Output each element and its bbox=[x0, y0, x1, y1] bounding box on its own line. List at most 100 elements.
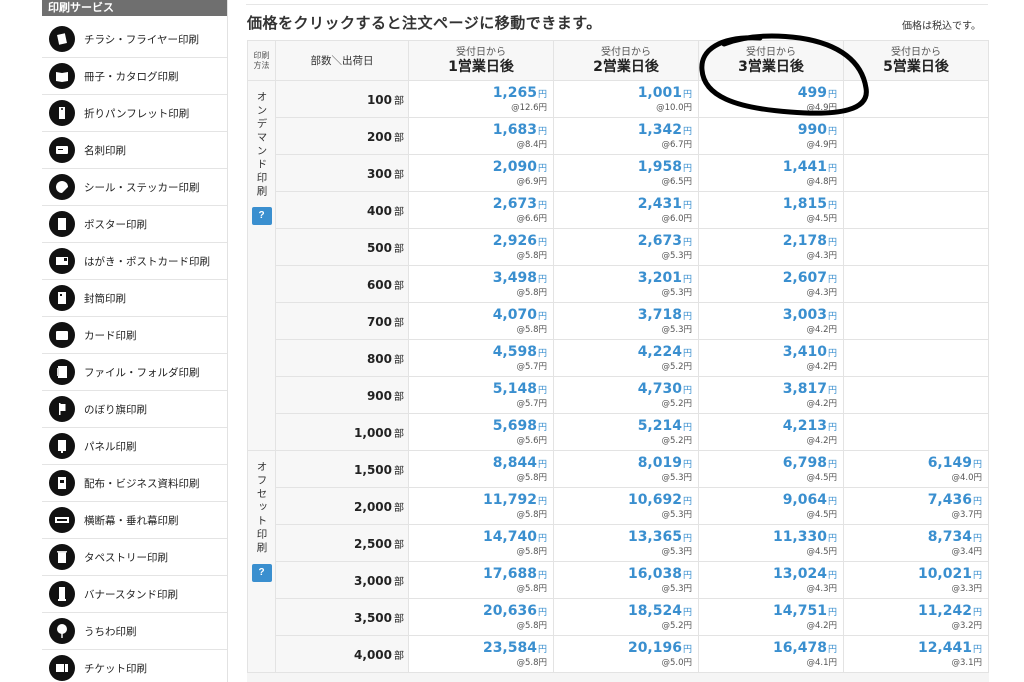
sidebar-item-sticker[interactable]: シール・ステッカー印刷 bbox=[42, 169, 227, 206]
sidebar-item-ticket[interactable]: チケット印刷 bbox=[42, 650, 227, 682]
price-link[interactable]: 11,242円 @3.2円 bbox=[843, 598, 989, 636]
price-link[interactable]: 2,926円 @5.8円 bbox=[408, 228, 554, 266]
price-link[interactable]: 4,598円 @5.7円 bbox=[408, 339, 554, 377]
unit-price: @5.2円 bbox=[661, 399, 692, 409]
price-link[interactable]: 1,683円 @8.4円 bbox=[408, 117, 554, 155]
help-button[interactable]: ? bbox=[251, 207, 272, 225]
price-link[interactable]: 1,815円 @4.5円 bbox=[698, 191, 844, 229]
price-amount: 11,242円 bbox=[844, 603, 982, 621]
price-link[interactable]: 18,524円 @5.2円 bbox=[553, 598, 699, 636]
price-link[interactable]: 8,019円 @5.3円 bbox=[553, 450, 699, 488]
price-value: 2,673 bbox=[637, 233, 682, 249]
price-link[interactable]: 1,958円 @6.5円 bbox=[553, 154, 699, 192]
price-amount: 2,673円 bbox=[554, 233, 692, 251]
price-link[interactable]: 4,730円 @5.2円 bbox=[553, 376, 699, 414]
price-link[interactable]: 10,692円 @5.3円 bbox=[553, 487, 699, 525]
price-link[interactable]: 14,740円 @5.8円 bbox=[408, 524, 554, 562]
price-link[interactable]: 23,584円 @5.8円 bbox=[408, 635, 554, 673]
price-link[interactable]: 1,265円 @12.6円 bbox=[408, 80, 554, 118]
price-link[interactable]: 16,038円 @5.3円 bbox=[553, 561, 699, 599]
price-link[interactable]: 2,673円 @6.6円 bbox=[408, 191, 554, 229]
sidebar-item-poster[interactable]: ポスター印刷 bbox=[42, 206, 227, 243]
price-link[interactable]: 5,698円 @5.6円 bbox=[408, 413, 554, 451]
price-link[interactable]: 12,441円 @3.1円 bbox=[843, 635, 989, 673]
yen-symbol: 円 bbox=[827, 90, 837, 100]
price-amount: 2,431円 bbox=[554, 196, 692, 214]
price-link[interactable]: 3,817円 @4.2円 bbox=[698, 376, 844, 414]
quantity-cell: 2,000 部 bbox=[275, 487, 409, 525]
price-link[interactable]: 3,410円 @4.2円 bbox=[698, 339, 844, 377]
sidebar-item-postcard[interactable]: はがき・ポストカード印刷 bbox=[42, 243, 227, 280]
price-link[interactable]: 5,214円 @5.2円 bbox=[553, 413, 699, 451]
sidebar-item-flyer[interactable]: チラシ・フライヤー印刷 bbox=[42, 21, 227, 58]
price-link[interactable]: 3,498円 @5.8円 bbox=[408, 265, 554, 303]
yen-symbol: 円 bbox=[827, 571, 837, 581]
price-link[interactable]: 8,734円 @3.4円 bbox=[843, 524, 989, 562]
sidebar-item-tapestry[interactable]: タペストリー印刷 bbox=[42, 539, 227, 576]
price-link[interactable]: 20,636円 @5.8円 bbox=[408, 598, 554, 636]
table-row: 300 部 2,090円 @6.9円 1,958円 @6.5円 1,441円 @4.8円 bbox=[248, 154, 989, 192]
price-link[interactable]: 6,798円 @4.5円 bbox=[698, 450, 844, 488]
quantity-cell: 800 部 bbox=[275, 339, 409, 377]
price-link[interactable]: 2,607円 @4.3円 bbox=[698, 265, 844, 303]
price-link[interactable]: 4,070円 @5.8円 bbox=[408, 302, 554, 340]
price-link[interactable]: 2,673円 @5.3円 bbox=[553, 228, 699, 266]
unit-price: @5.8円 bbox=[516, 547, 547, 557]
sidebar-item-hanging-banner[interactable]: 横断幕・垂れ幕印刷 bbox=[42, 502, 227, 539]
sidebar-item-business-card[interactable]: 名刺印刷 bbox=[42, 132, 227, 169]
yen-symbol: 円 bbox=[682, 497, 692, 507]
price-link[interactable]: 14,751円 @4.2円 bbox=[698, 598, 844, 636]
quantity-value: 1,000 bbox=[354, 425, 392, 440]
table-row: オフセット印刷? 1,500 部 8,844円 @5.8円 8,019円 @5.3円 6,79… bbox=[247, 450, 989, 673]
price-link[interactable]: 17,688円 @5.8円 bbox=[408, 561, 554, 599]
price-link[interactable]: 499円 @4.9円 bbox=[698, 80, 844, 118]
sidebar-item-booklet[interactable]: 冊子・カタログ印刷 bbox=[42, 58, 227, 95]
price-link[interactable]: 4,213円 @4.2円 bbox=[698, 413, 844, 451]
price-table-container[interactable]: 印刷 方法 部数＼出荷日 受付日から 1営業日後 受付日から 2営業日後 受付日か… bbox=[247, 40, 989, 682]
unit-price: @6.9円 bbox=[516, 177, 547, 187]
sidebar-item-folded-pamphlet[interactable]: 折りパンフレット印刷 bbox=[42, 95, 227, 132]
price-link[interactable]: 11,792円 @5.8円 bbox=[408, 487, 554, 525]
price-amount: 2,090円 bbox=[409, 159, 547, 177]
price-link[interactable]: 11,330円 @4.5円 bbox=[698, 524, 844, 562]
price-link[interactable]: 2,090円 @6.9円 bbox=[408, 154, 554, 192]
help-button[interactable]: ? bbox=[251, 563, 272, 582]
sidebar-item-file-folder[interactable]: ファイル・フォルダ印刷 bbox=[42, 354, 227, 391]
price-link[interactable]: 13,024円 @4.3円 bbox=[698, 561, 844, 599]
sidebar-item-banner-stand[interactable]: バナースタンド印刷 bbox=[42, 576, 227, 613]
sidebar-item-label: はがき・ポストカード印刷 bbox=[84, 255, 210, 268]
price-amount: 1,958円 bbox=[554, 159, 692, 177]
price-link[interactable]: 1,342円 @6.7円 bbox=[553, 117, 699, 155]
sidebar-item-envelope[interactable]: 封筒印刷 bbox=[42, 280, 227, 317]
price-link[interactable]: 20,196円 @5.0円 bbox=[553, 635, 699, 673]
tapestry-icon bbox=[49, 544, 75, 570]
quantity-cell: 300 部 bbox=[275, 154, 409, 192]
sidebar-item-panel[interactable]: パネル印刷 bbox=[42, 428, 227, 465]
price-link[interactable]: 4,224円 @5.2円 bbox=[553, 339, 699, 377]
panel-icon bbox=[49, 433, 75, 459]
price-link[interactable]: 990円 @4.9円 bbox=[698, 117, 844, 155]
price-link[interactable]: 3,718円 @5.3円 bbox=[553, 302, 699, 340]
price-link[interactable]: 7,436円 @3.7円 bbox=[843, 487, 989, 525]
price-link[interactable]: 3,201円 @5.3円 bbox=[553, 265, 699, 303]
price-link[interactable]: 3,003円 @4.2円 bbox=[698, 302, 844, 340]
sidebar-item-card[interactable]: カード印刷 bbox=[42, 317, 227, 354]
price-link[interactable]: 2,431円 @6.0円 bbox=[553, 191, 699, 229]
sidebar-item-banner-flag[interactable]: のぼり旗印刷 bbox=[42, 391, 227, 428]
price-link[interactable]: 5,148円 @5.7円 bbox=[408, 376, 554, 414]
price-link[interactable]: 16,478円 @4.1円 bbox=[698, 635, 844, 673]
price-link[interactable]: 10,021円 @3.3円 bbox=[843, 561, 989, 599]
price-link[interactable]: 13,365円 @5.3円 bbox=[553, 524, 699, 562]
price-amount: 11,792円 bbox=[409, 492, 547, 510]
quantity-cell: 1,000 部 bbox=[275, 413, 409, 451]
sidebar-item-uchiwa-fan[interactable]: うちわ印刷 bbox=[42, 613, 227, 650]
table-row: 1,000 部 5,698円 @5.6円 5,214円 @5.2円 4,213円 @4.2円 bbox=[248, 413, 989, 451]
price-link[interactable]: 6,149円 @4.0円 bbox=[843, 450, 989, 488]
price-link[interactable]: 9,064円 @4.5円 bbox=[698, 487, 844, 525]
price-link[interactable]: 2,178円 @4.3円 bbox=[698, 228, 844, 266]
price-link[interactable]: 1,001円 @10.0円 bbox=[553, 80, 699, 118]
sidebar-item-business-document[interactable]: 配布・ビジネス資料印刷 bbox=[42, 465, 227, 502]
price-link[interactable]: 8,844円 @5.8円 bbox=[408, 450, 554, 488]
price-link[interactable]: 1,441円 @4.8円 bbox=[698, 154, 844, 192]
delivery-3-day-header: 受付日から 3営業日後 bbox=[698, 40, 844, 81]
